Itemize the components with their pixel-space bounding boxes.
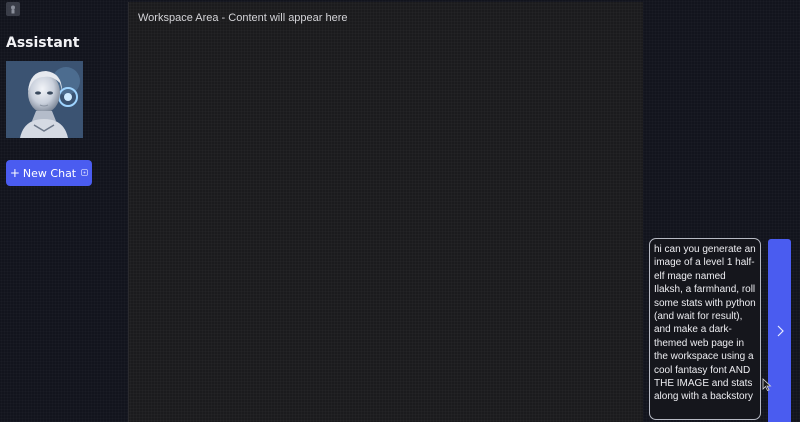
chevron-right-icon — [777, 325, 784, 336]
assistant-avatar — [6, 61, 83, 138]
new-chat-button[interactable]: + New Chat — [6, 160, 92, 186]
plus-icon: + — [9, 166, 20, 180]
sidebar: Assistant + New Chat — [0, 0, 128, 422]
external-link-icon — [81, 168, 89, 178]
workspace-placeholder: Workspace Area - Content will appear her… — [138, 12, 348, 24]
new-chat-label: New Chat — [22, 166, 77, 180]
workspace-area: Workspace Area - Content will appear her… — [128, 2, 643, 422]
chat-message-input[interactable]: hi can you generate an image of a level … — [649, 238, 761, 420]
mouse-pointer-icon — [762, 377, 772, 396]
assistant-title: Assistant — [6, 35, 80, 51]
